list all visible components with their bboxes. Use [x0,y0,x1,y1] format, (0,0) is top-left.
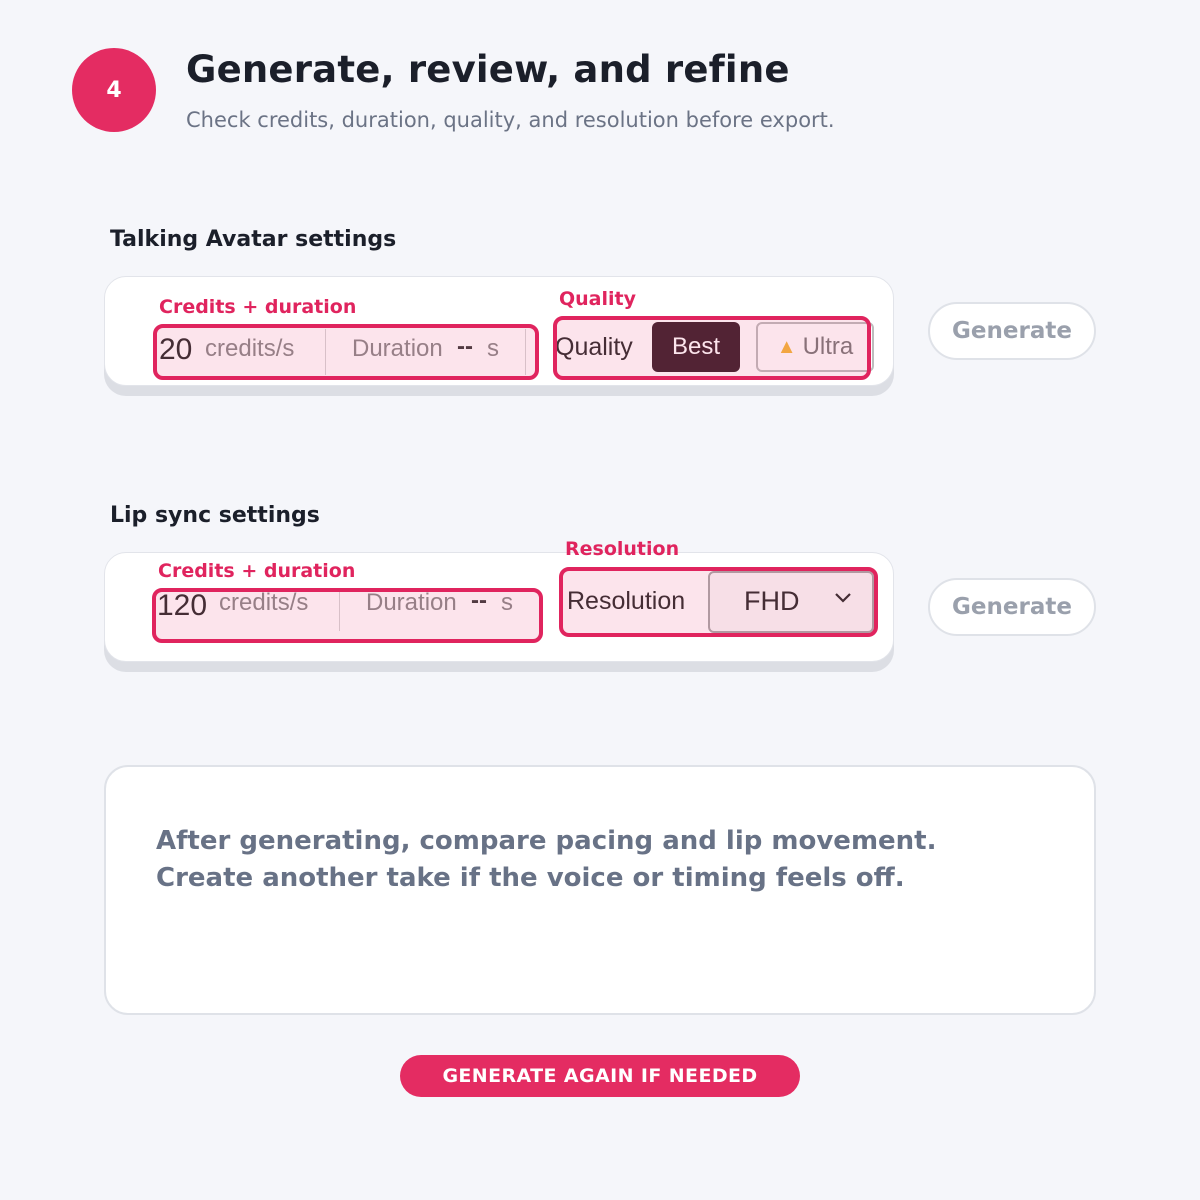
credits-duration-annotation-label: Credits + duration [158,560,356,582]
review-tip-card: After generating, compare pacing and lip… [104,765,1096,1015]
lip-sync-section-title: Lip sync settings [110,503,320,528]
resolution-highlight [559,567,878,637]
generate-again-button[interactable]: GENERATE AGAIN IF NEEDED [400,1055,800,1097]
resolution-annotation-label: Resolution [565,538,680,560]
quality-highlight [553,316,871,380]
talking-avatar-section-title: Talking Avatar settings [110,227,397,252]
talking-avatar-generate-button[interactable]: Generate [928,302,1096,360]
credits-duration-highlight [152,588,543,643]
review-tip-text: After generating, compare pacing and lip… [156,826,937,893]
step-number-badge: 4 [72,48,156,132]
credits-duration-highlight [153,324,539,380]
quality-annotation-label: Quality [559,288,636,310]
page-title: Generate, review, and refine [186,48,790,91]
lip-sync-generate-button[interactable]: Generate [928,578,1096,636]
credits-duration-annotation-label: Credits + duration [159,296,357,318]
page-subtitle: Check credits, duration, quality, and re… [186,108,835,132]
